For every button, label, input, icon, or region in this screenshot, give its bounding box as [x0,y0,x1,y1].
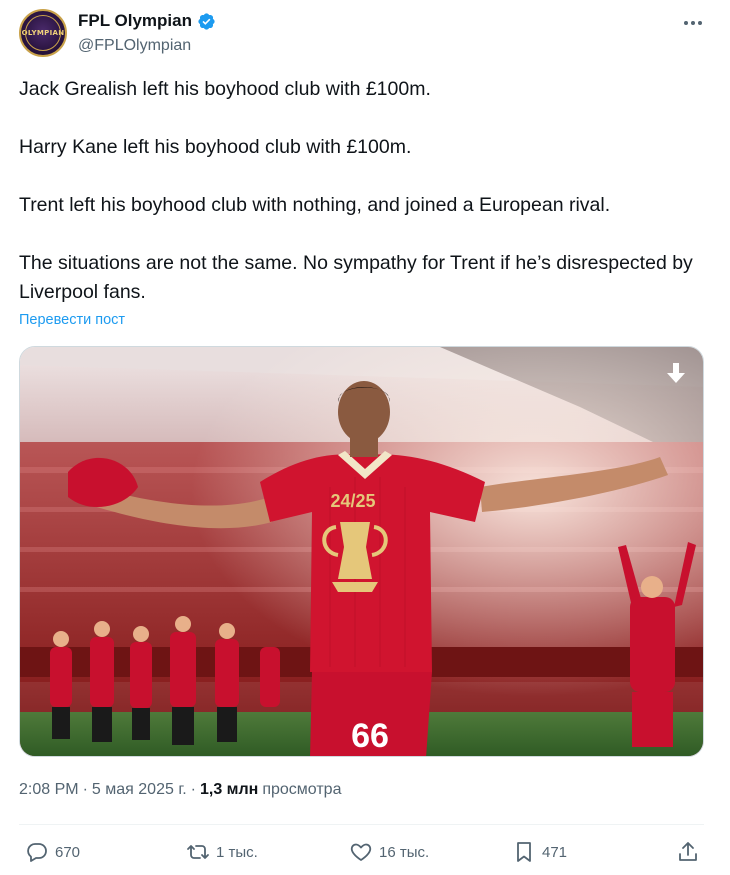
tweet-paragraph: Harry Kane left his boyhood club with £1… [19,136,412,158]
views-label: просмотра [262,781,342,798]
avatar-ring [25,15,61,51]
bookmark-count: 471 [542,843,568,861]
photo-illustration: 24/25 66 [20,347,703,756]
reply-button[interactable]: 670 [25,840,80,864]
tweet-time[interactable]: 2:08 PM [19,781,79,799]
author-display-name[interactable]: FPL Olympian [78,11,192,31]
more-dots-icon[interactable] [680,14,706,32]
repost-button[interactable]: 1 тыс. [186,840,258,864]
share-icon [679,842,697,861]
tweet-meta: 2:08 PM · 5 мая 2025 г. · 1,3 млн просмо… [19,781,341,799]
tweet-paragraph: Jack Grealish left his boyhood club with… [19,78,431,100]
views-count: 1,3 млн [199,781,259,798]
tweet-paragraph: The situations are not the same. No symp… [19,252,693,303]
translate-post-link[interactable]: Перевести пост [19,312,125,328]
author-name-row: FPL Olympian [78,11,216,31]
share-button[interactable] [676,840,700,864]
verified-badge-icon[interactable] [197,12,216,31]
repost-icon [187,845,209,859]
meta-separator: · [190,781,196,798]
tweet-photo[interactable]: 24/25 66 [19,346,704,757]
download-arrow-icon[interactable] [666,363,686,385]
like-button[interactable]: 16 тыс. [349,840,429,864]
repost-count: 1 тыс. [216,843,258,861]
shirt-text: 24/25 [330,491,375,511]
author-handle[interactable]: @FPLOlympian [78,37,191,55]
reply-bubble-icon [27,843,47,862]
divider [19,824,704,825]
tweet-date[interactable]: 5 мая 2025 г. [92,781,187,799]
author-avatar[interactable]: OLYMPIAN [19,9,67,57]
shorts-number: 66 [351,717,389,755]
tweet-text: Jack Grealish left his boyhood club with… [19,75,699,307]
like-count: 16 тыс. [379,843,430,861]
reply-count: 670 [55,843,81,861]
tweet: OLYMPIAN FPL Olympian @FPLOlympian Jack … [0,0,730,875]
tweet-paragraph: Trent left his boyhood club with nothing… [19,194,611,216]
heart-icon [350,843,372,861]
bookmark-icon [517,842,531,862]
bookmark-button[interactable]: 471 [512,840,567,864]
meta-separator: · [82,781,88,798]
